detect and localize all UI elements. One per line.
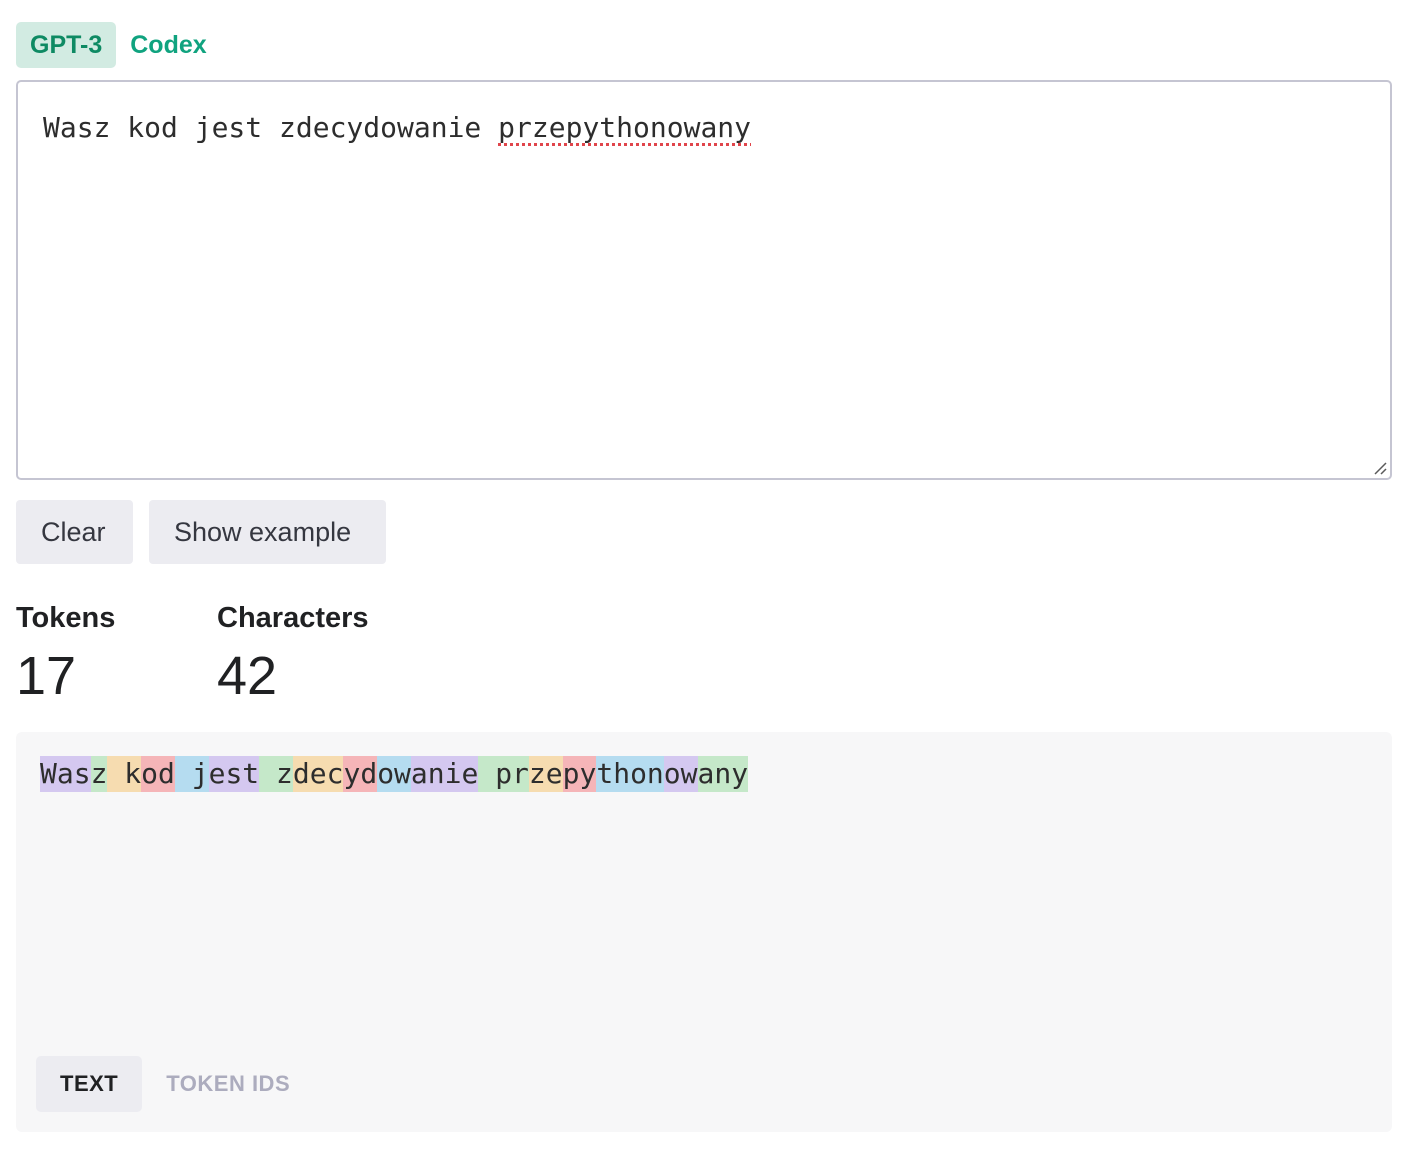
token: anie (410, 756, 479, 792)
text-input-content[interactable]: Wasz kod jest zdecydowanie przepythonowa… (43, 108, 751, 148)
token: od (141, 756, 175, 792)
tokenized-output: Was z k od j est z dec yd ow anie pr ze py thon ow a… (16, 732, 1392, 1132)
token: Was (40, 756, 91, 792)
token: thon (596, 756, 664, 792)
tokens-count: 17 (16, 646, 77, 706)
tab-gpt3[interactable]: GPT-3 (16, 22, 117, 68)
token: any (697, 756, 749, 792)
token: yd (343, 756, 378, 792)
model-tabs: GPT-3 Codex (16, 22, 221, 68)
view-tabs: TEXT TOKEN IDS (36, 1056, 314, 1112)
token: est (208, 756, 260, 792)
resize-handle-icon[interactable] (1373, 461, 1387, 475)
text-input-plain: Wasz kod jest zdecydowanie (43, 111, 499, 144)
characters-stat: Characters 42 (217, 598, 369, 708)
clear-button[interactable]: Clear (16, 500, 133, 564)
tab-token-ids[interactable]: TOKEN IDS (142, 1056, 314, 1112)
token: pr (478, 756, 529, 792)
token: z (90, 756, 108, 792)
tab-codex[interactable]: Codex (116, 22, 220, 68)
token: ow (377, 756, 411, 792)
token: k (107, 756, 142, 792)
token: j (174, 756, 209, 792)
token: dec (292, 756, 344, 792)
token-line: Was z k od j est z dec yd ow anie pr ze py thon ow a… (40, 756, 749, 792)
token: z (259, 756, 293, 792)
characters-label: Characters (217, 602, 369, 634)
token: ow (663, 756, 698, 792)
tokens-stat: Tokens 17 (16, 598, 115, 708)
token: ze (528, 756, 563, 792)
misspelled-word: przepythonowany (498, 111, 752, 144)
characters-count: 42 (217, 646, 278, 706)
text-input[interactable]: Wasz kod jest zdecydowanie przepythonowa… (16, 80, 1392, 480)
token: py (562, 756, 597, 792)
tokens-label: Tokens (16, 602, 116, 634)
tab-text[interactable]: TEXT (36, 1056, 143, 1112)
show-example-button[interactable]: Show example (149, 500, 386, 564)
